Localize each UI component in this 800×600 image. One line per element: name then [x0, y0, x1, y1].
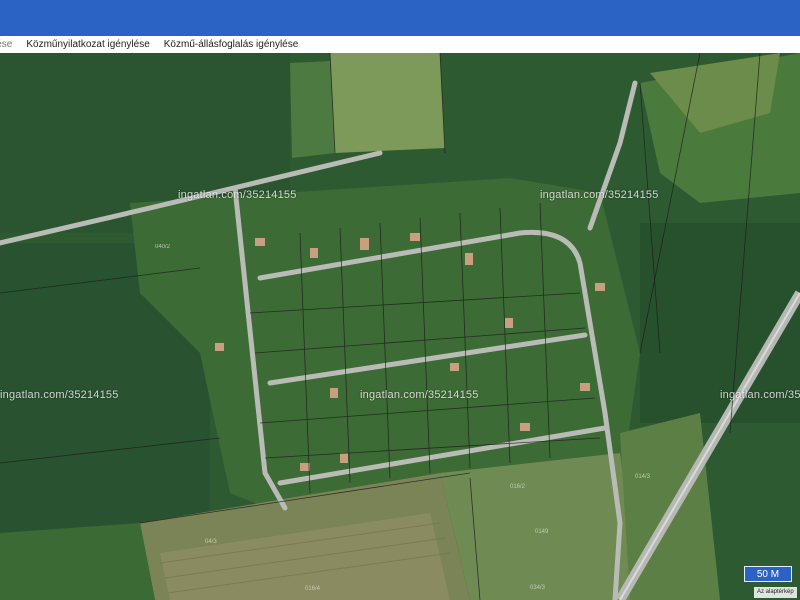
- parcel-number: 014/3: [635, 474, 651, 480]
- parcel-number: 016/2: [510, 484, 526, 490]
- top-header-bar: [0, 0, 800, 36]
- parcel-number: 0149: [535, 529, 549, 535]
- watermark: ingatlan.com/35214155: [360, 389, 479, 401]
- basemap-label[interactable]: Az alaptérkép: [754, 587, 797, 598]
- menu-item-utility-statement[interactable]: Közműnyilatkozat igénylése: [26, 39, 149, 50]
- aerial-map: 040/2 0149 016/2 016/4 034/3 014/3 04/3: [0, 53, 800, 600]
- parcel-number: 040/2: [155, 244, 171, 250]
- menu-item-truncated[interactable]: lése: [0, 39, 12, 50]
- map-view[interactable]: 040/2 0149 016/2 016/4 034/3 014/3 04/3 …: [0, 53, 800, 600]
- scale-button[interactable]: 50 M: [744, 566, 792, 582]
- menu-bar: lése Közműnyilatkozat igénylése Közmű-ál…: [0, 36, 800, 53]
- watermark: ingatlan.com/35214155: [178, 189, 297, 201]
- parcel-number: 04/3: [205, 539, 217, 545]
- parcel-number: 034/3: [530, 585, 546, 591]
- parcel-number: 016/4: [305, 586, 321, 592]
- menu-item-utility-position[interactable]: Közmű-állásfoglalás igénylése: [164, 39, 299, 50]
- watermark: ingatlan.com/35214155: [540, 189, 659, 201]
- watermark: ingatlan.com/35214155: [720, 389, 800, 401]
- watermark: ingatlan.com/35214155: [0, 389, 119, 401]
